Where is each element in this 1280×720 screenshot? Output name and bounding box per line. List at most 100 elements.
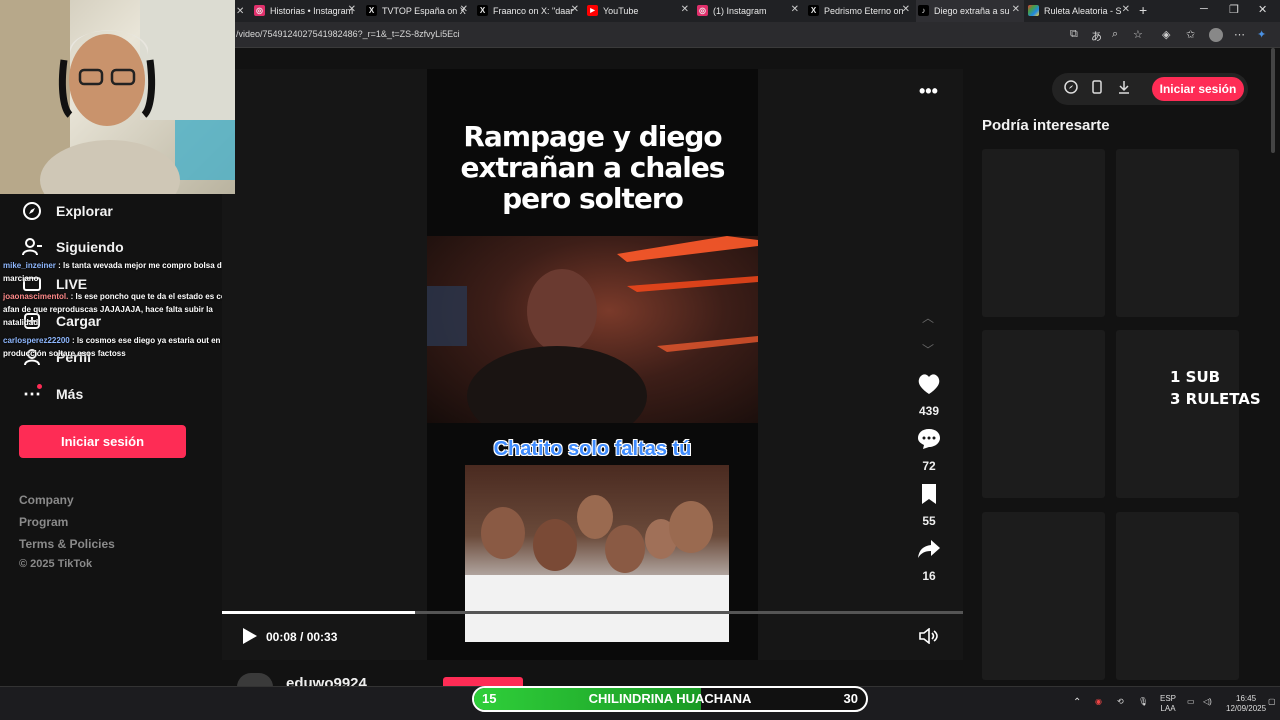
tab-youtube[interactable]: ▶ YouTube ✕ xyxy=(585,0,693,22)
tray-app-icon[interactable]: ⟲ xyxy=(1117,697,1124,707)
chat-message: joaonascimentol. : ls ese poncho que te … xyxy=(3,290,243,329)
tab-fraanco[interactable]: X Fraanco on X: "daar ✕ xyxy=(475,0,583,22)
like-action[interactable]: 439 xyxy=(909,373,949,418)
ruleta-name: CHILINDRINA HUACHANA xyxy=(588,691,752,706)
footer-link-company[interactable]: Company xyxy=(19,493,74,507)
suggested-video-thumb[interactable] xyxy=(982,512,1105,680)
nav-label: Siguiendo xyxy=(56,239,124,255)
translate-icon[interactable]: あ xyxy=(1091,28,1102,44)
more-icon: ⋯ xyxy=(23,383,42,404)
copilot-icon[interactable]: ✦ xyxy=(1257,28,1266,41)
language-indicator[interactable]: ESP LAA xyxy=(1160,694,1176,714)
tab-tvtop[interactable]: X TVTOP España on X ✕ xyxy=(364,0,472,22)
volume-icon[interactable]: ◁) xyxy=(1203,697,1212,707)
tab-ruleta[interactable]: Ruleta Aleatoria - S ✕ xyxy=(1026,0,1134,22)
like-count: 439 xyxy=(918,404,940,418)
clock[interactable]: 16:45 12/09/2025 xyxy=(1226,694,1266,714)
extension-icon[interactable]: ◈ xyxy=(1162,28,1170,41)
nav-item-explorar[interactable]: Explorar xyxy=(20,199,113,223)
url-input[interactable]: /video/7549124027541982486?_r=1&_t=ZS-8z… xyxy=(236,29,460,39)
instagram-icon: ◎ xyxy=(254,5,265,16)
copyright: © 2025 TikTok xyxy=(19,558,93,570)
chat-username: joaonascimentol. xyxy=(3,292,69,301)
save-count: 55 xyxy=(922,514,936,528)
close-icon[interactable]: ✕ xyxy=(571,4,579,15)
video-player[interactable]: Rampage y diego extrañan a chales pero s… xyxy=(222,69,963,660)
suggested-video-thumb[interactable] xyxy=(1116,149,1239,317)
close-icon[interactable]: ✕ xyxy=(1012,4,1020,15)
x-icon: X xyxy=(477,5,488,16)
close-icon[interactable]: ✕ xyxy=(791,4,799,15)
tab-label: (1) Instagram xyxy=(713,6,767,16)
tab-close-partial[interactable]: ✕ xyxy=(236,0,252,22)
progress-bar[interactable] xyxy=(222,611,963,614)
maximize-icon[interactable]: ❐ xyxy=(1229,3,1239,16)
youtube-icon: ▶ xyxy=(587,5,598,16)
close-icon[interactable]: ✕ xyxy=(681,4,689,15)
microphone-icon[interactable]: 🎙 xyxy=(1138,697,1148,707)
stream-overlay-text: 1 SUB 3 RULETAS xyxy=(1170,366,1261,410)
tray-app-icon[interactable]: ◉ xyxy=(1095,697,1102,707)
author-avatar[interactable] xyxy=(237,673,273,687)
x-icon: X xyxy=(808,5,819,16)
suggestions-title: Podría interesarte xyxy=(982,117,1110,134)
clock-date: 12/09/2025 xyxy=(1226,704,1267,713)
close-icon[interactable]: ✕ xyxy=(348,4,356,15)
device-icon[interactable] xyxy=(1092,80,1102,99)
install-app-icon[interactable]: ⧉ xyxy=(1070,28,1078,41)
tab-pedrismo[interactable]: X Pedrismo Eterno on ✕ xyxy=(806,0,914,22)
footer-link-terms[interactable]: Terms & Policies xyxy=(19,537,115,551)
comment-action[interactable]: 72 xyxy=(909,428,949,473)
close-icon[interactable]: ✕ xyxy=(1122,4,1130,15)
tab-instagram[interactable]: ◎ (1) Instagram ✕ xyxy=(695,0,803,22)
chevron-down-icon[interactable]: ﹀ xyxy=(922,341,934,358)
suggested-video-thumb[interactable] xyxy=(982,330,1105,498)
notification-icon[interactable]: ▢ xyxy=(1268,697,1276,707)
tab-tiktok-active[interactable]: ♪ Diego extraña a su ✕ xyxy=(916,0,1024,22)
network-icon[interactable]: ▭ xyxy=(1187,697,1195,707)
ruleta-right-value: 30 xyxy=(843,691,858,706)
suggested-video-thumb[interactable] xyxy=(982,149,1105,317)
close-icon[interactable]: ✕ xyxy=(902,4,910,15)
favorite-star-icon[interactable]: ☆ xyxy=(1133,28,1143,41)
webcam-overlay xyxy=(0,0,235,194)
login-button[interactable]: Iniciar sesión xyxy=(19,425,186,458)
play-icon[interactable] xyxy=(242,627,258,650)
new-tab-icon[interactable]: + xyxy=(1139,2,1147,18)
tab-label: Diego extraña a su xyxy=(934,6,1010,16)
nav-label: Más xyxy=(56,386,84,402)
coins-icon[interactable] xyxy=(1064,80,1078,99)
menu-dots-icon[interactable]: ⋯ xyxy=(1234,28,1245,41)
profile-avatar-icon[interactable] xyxy=(1209,28,1223,42)
author-name[interactable]: eduwo9924 xyxy=(286,675,367,686)
nav-item-mas[interactable]: ⋯ Más xyxy=(20,382,83,406)
window-close-icon[interactable]: ✕ xyxy=(1258,3,1267,16)
x-icon: X xyxy=(366,5,377,16)
video-frame[interactable]: Rampage y diego extrañan a chales pero s… xyxy=(427,69,758,660)
chevron-up-icon[interactable]: ︿ xyxy=(922,309,934,326)
tab-instagram-stories[interactable]: ◎ Historias • Instagram ✕ xyxy=(252,0,360,22)
save-action[interactable]: 55 xyxy=(909,483,949,528)
lang-code: ESP xyxy=(1160,694,1177,703)
video-clip-bar-scene xyxy=(427,236,758,423)
close-icon[interactable]: ✕ xyxy=(460,4,468,15)
minimize-icon[interactable]: ─ xyxy=(1200,3,1208,15)
user-follow-icon xyxy=(20,235,44,259)
follow-button[interactable] xyxy=(443,677,523,686)
tab-label: Pedrismo Eterno on xyxy=(824,6,904,16)
bookmark-icon xyxy=(922,484,936,504)
overlay-line: 3 RULETAS xyxy=(1170,390,1261,408)
nav-item-siguiendo[interactable]: Siguiendo xyxy=(20,235,124,259)
header-login-button[interactable]: Iniciar sesión xyxy=(1152,77,1244,101)
footer-link-program[interactable]: Program xyxy=(19,515,68,529)
scrollbar-thumb[interactable] xyxy=(1271,48,1275,153)
volume-icon[interactable] xyxy=(919,627,939,649)
favorites-icon[interactable]: ✩ xyxy=(1186,28,1195,41)
suggested-video-thumb[interactable] xyxy=(1116,330,1239,498)
download-icon[interactable] xyxy=(1118,80,1130,99)
suggested-video-thumb[interactable] xyxy=(1116,512,1239,680)
share-action[interactable]: 16 xyxy=(909,538,949,583)
more-options-icon[interactable]: ••• xyxy=(919,81,938,102)
chevron-up-icon[interactable]: ⌃ xyxy=(1073,698,1081,708)
zoom-icon[interactable]: ⌕ xyxy=(1112,28,1118,41)
